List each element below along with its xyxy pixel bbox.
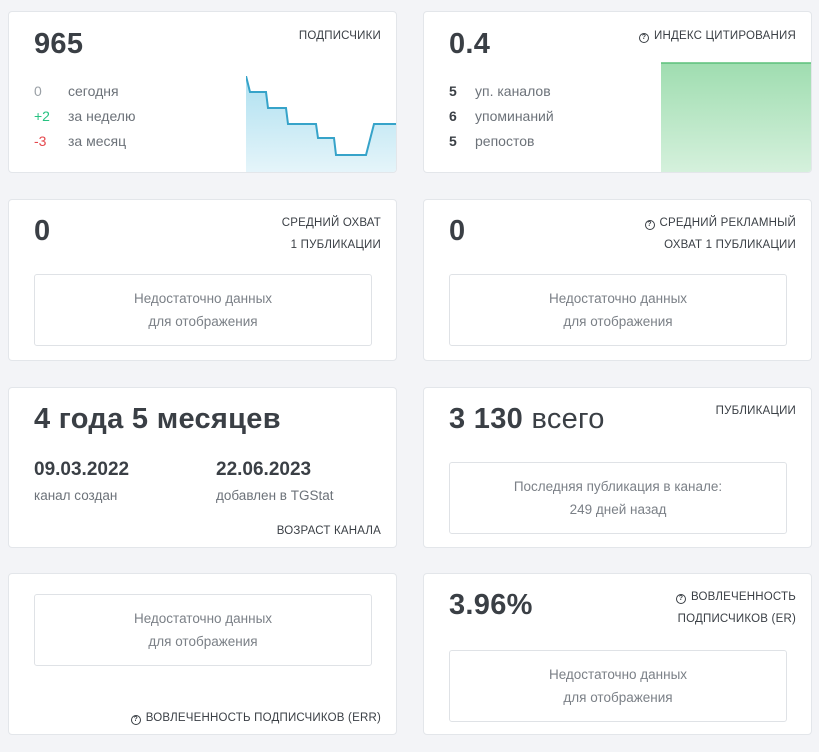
stat-reposts-label: репостов bbox=[475, 133, 535, 149]
citation-caption: ? ИНДЕКС ЦИТИРОВАНИЯ bbox=[639, 25, 796, 47]
stat-channels-num: 5 bbox=[449, 83, 457, 99]
stat-month: -3 за месяц bbox=[34, 129, 135, 154]
stat-week-label: за неделю bbox=[68, 108, 136, 124]
subscribers-card: 965 ПОДПИСЧИКИ 0 сегодня +2 за неделю -3 за… bbox=[8, 11, 397, 173]
help-icon[interactable]: ? bbox=[644, 220, 655, 230]
stat-week-num: +2 bbox=[34, 108, 50, 124]
avg-reach-value: 0 bbox=[34, 215, 51, 247]
stat-today: 0 сегодня bbox=[34, 79, 135, 104]
added-date: 22.06.2023 bbox=[216, 459, 312, 480]
avg-ad-reach-card: 0 ? СРЕДНИЙ РЕКЛАМНЫЙ ОХВАТ 1 ПУБЛИКАЦИИ … bbox=[423, 199, 812, 361]
subscribers-stats: 0 сегодня +2 за неделю -3 за месяц bbox=[34, 79, 135, 154]
stat-mentions-label: упоминаний bbox=[475, 108, 554, 124]
stat-today-num: 0 bbox=[34, 83, 42, 99]
avg-reach-nodata: Недостаточно данных для отображения bbox=[34, 274, 372, 346]
citation-card: 0.4 ? ИНДЕКС ЦИТИРОВАНИЯ 5 уп. каналов 6 уп… bbox=[423, 11, 812, 173]
citation-stats: 5 уп. каналов 6 упоминаний 5 репостов bbox=[449, 79, 554, 154]
channel-age-value: 4 года 5 месяцев bbox=[34, 403, 281, 435]
stat-reposts-num: 5 bbox=[449, 133, 457, 149]
err-card: Недостаточно данных для отображения ? ВОВ… bbox=[8, 573, 397, 735]
publications-suffix: всего bbox=[531, 403, 605, 435]
err-caption: ? ВОВЛЕЧЕННОСТЬ ПОДПИСЧИКОВ (ERR) bbox=[130, 707, 381, 729]
avg-ad-reach-caption: ? СРЕДНИЙ РЕКЛАМНЫЙ ОХВАТ 1 ПУБЛИКАЦИИ bbox=[644, 212, 796, 256]
stat-today-label: сегодня bbox=[68, 83, 119, 99]
created-label: канал создан bbox=[34, 488, 118, 503]
avg-reach-card: 0 СРЕДНИЙ ОХВАТ 1 ПУБЛИКАЦИИ Недостаточн… bbox=[8, 199, 397, 361]
subscribers-sparkline[interactable] bbox=[246, 76, 397, 173]
stat-mentions-num: 6 bbox=[449, 108, 457, 124]
added-label: добавлен в TGStat bbox=[216, 488, 334, 503]
stat-mentions: 6 упоминаний bbox=[449, 104, 554, 129]
citation-index-value: 0.4 bbox=[449, 28, 491, 60]
stat-reposts: 5 репостов bbox=[449, 129, 554, 154]
last-publication-box: Последняя публикация в канале: 249 дней … bbox=[449, 462, 787, 534]
stat-channels-label: уп. каналов bbox=[475, 83, 551, 99]
last-publication-ago: 249 дней назад bbox=[569, 502, 667, 517]
help-icon[interactable]: ? bbox=[130, 715, 141, 725]
subscribers-caption: ПОДПИСЧИКИ bbox=[298, 30, 381, 42]
help-icon[interactable]: ? bbox=[639, 33, 650, 43]
stat-month-num: -3 bbox=[34, 133, 47, 149]
channel-age-caption: ВОЗРАСТ КАНАЛА bbox=[276, 525, 381, 537]
er-caption: ? ВОВЛЕЧЕННОСТЬ ПОДПИСЧИКОВ (ER) bbox=[676, 591, 796, 625]
er-card: 3.96% ? ВОВЛЕЧЕННОСТЬ ПОДПИСЧИКОВ (ER) Не… bbox=[423, 573, 812, 735]
publications-value: 3 130 всего bbox=[449, 403, 605, 436]
er-value: 3.96% bbox=[449, 589, 533, 621]
er-nodata: Недостаточно данных для отображения bbox=[449, 650, 787, 722]
stat-month-label: за месяц bbox=[68, 133, 127, 149]
publications-count: 3 130 bbox=[449, 403, 524, 435]
stat-channels: 5 уп. каналов bbox=[449, 79, 554, 104]
avg-reach-caption: СРЕДНИЙ ОХВАТ 1 ПУБЛИКАЦИИ bbox=[281, 217, 381, 251]
citation-chart-area bbox=[661, 63, 811, 172]
avg-ad-reach-value: 0 bbox=[449, 215, 466, 247]
created-date: 09.03.2022 bbox=[34, 459, 130, 480]
publications-caption: ПУБЛИКАЦИИ bbox=[715, 405, 796, 417]
channel-age-card: 4 года 5 месяцев 09.03.2022 канал создан… bbox=[8, 387, 397, 548]
err-nodata: Недостаточно данных для отображения bbox=[34, 594, 372, 666]
stat-week: +2 за неделю bbox=[34, 104, 135, 129]
subscribers-count: 965 bbox=[34, 28, 84, 60]
publications-card: 3 130 всего ПУБЛИКАЦИИ Последняя публика… bbox=[423, 387, 812, 548]
help-icon[interactable]: ? bbox=[676, 594, 687, 604]
last-publication-label: Последняя публикация в канале: bbox=[513, 479, 723, 494]
citation-chart[interactable] bbox=[661, 62, 812, 173]
avg-ad-reach-nodata: Недостаточно данных для отображения bbox=[449, 274, 787, 346]
